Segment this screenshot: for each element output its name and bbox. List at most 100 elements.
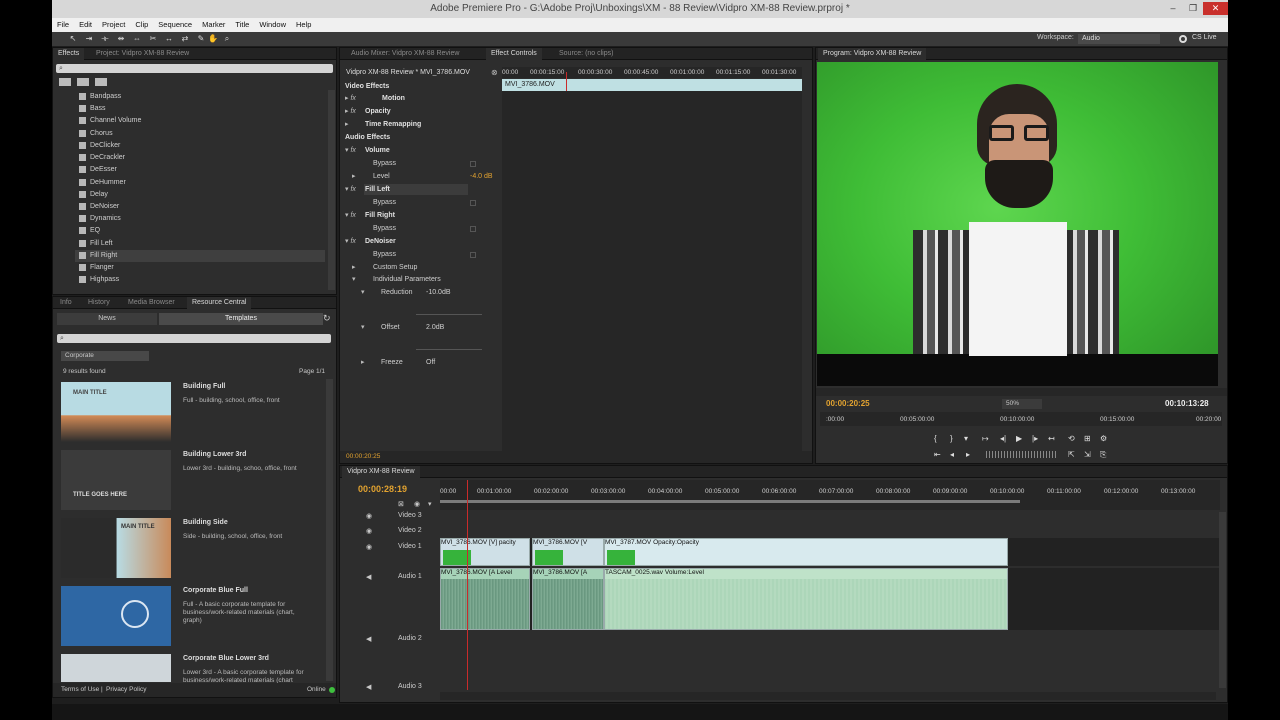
cs-live-label[interactable]: CS Live bbox=[1192, 34, 1217, 41]
collapse-icon[interactable]: ▾ fx bbox=[345, 145, 356, 156]
selection-tool-icon[interactable]: ↖ bbox=[68, 34, 78, 44]
template-name[interactable]: Building Full bbox=[183, 383, 225, 390]
mark-out-icon[interactable]: } bbox=[950, 434, 953, 443]
offset-value[interactable]: 2.0dB bbox=[426, 322, 444, 333]
timeline-scrollbar[interactable] bbox=[440, 692, 1216, 700]
video-clip[interactable]: MVI_3786.MOV [V] pacity bbox=[440, 538, 530, 566]
work-area-bar[interactable] bbox=[440, 500, 1020, 503]
pen-tool-icon[interactable]: ✎ bbox=[196, 34, 206, 44]
zoom-tool-icon[interactable]: ⌕ bbox=[222, 34, 232, 44]
templates-search-input[interactable]: ⌕ bbox=[57, 334, 331, 343]
motion-label[interactable]: Motion bbox=[382, 93, 405, 104]
effect-item[interactable]: DeHummer bbox=[79, 177, 126, 189]
expand-icon[interactable]: ▸ fx bbox=[345, 106, 356, 117]
menu-sequence[interactable]: Sequence bbox=[153, 18, 197, 32]
templates-scrollbar[interactable] bbox=[326, 379, 333, 681]
collapse-icon[interactable]: ▾ bbox=[361, 322, 365, 333]
slide-tool-icon[interactable]: ⇄ bbox=[180, 34, 190, 44]
speaker-icon[interactable]: ◀ bbox=[366, 635, 371, 643]
bypass-checkbox[interactable] bbox=[470, 161, 476, 167]
tab-history[interactable]: History bbox=[83, 297, 115, 309]
preset-icon[interactable] bbox=[77, 78, 89, 86]
set-encore-marker-icon[interactable]: ◉ bbox=[414, 500, 420, 508]
opacity-label[interactable]: Opacity bbox=[365, 106, 391, 117]
audio-clip[interactable]: MVI_3786.MOV [A Level bbox=[440, 568, 530, 630]
program-time-ruler[interactable]: :00:00 00:05:00:00 00:10:00:00 00:15:00:… bbox=[820, 412, 1222, 426]
template-name[interactable]: Corporate Blue Full bbox=[183, 587, 248, 594]
loop-icon[interactable]: ⟲ bbox=[1068, 434, 1075, 443]
reduction-value[interactable]: -10.0dB bbox=[426, 287, 451, 298]
bypass-checkbox[interactable] bbox=[470, 200, 476, 206]
timeline-playhead[interactable] bbox=[467, 480, 468, 690]
fill-right-label[interactable]: Fill Right bbox=[365, 210, 395, 221]
template-thumbnail[interactable]: MAIN TITLE bbox=[61, 382, 171, 442]
privacy-link[interactable]: Privacy Policy bbox=[106, 686, 146, 693]
slip-tool-icon[interactable]: ↔ bbox=[164, 34, 174, 44]
effects-search-input[interactable]: ⌕ bbox=[56, 64, 333, 73]
yuv-icon[interactable] bbox=[95, 78, 107, 86]
template-name[interactable]: Corporate Blue Lower 3rd bbox=[183, 655, 269, 662]
track-label-a2[interactable]: Audio 2 bbox=[398, 635, 422, 642]
denoiser-label[interactable]: DeNoiser bbox=[365, 236, 396, 247]
template-thumbnail[interactable]: TITLE GOES HERE bbox=[61, 450, 171, 510]
zoom-select[interactable]: 50% bbox=[1002, 399, 1042, 409]
fill-left-row[interactable]: Fill Left bbox=[364, 184, 468, 195]
razor-tool-icon[interactable]: ✂ bbox=[148, 34, 158, 44]
bypass-checkbox[interactable] bbox=[470, 252, 476, 258]
effect-item[interactable]: Bandpass bbox=[79, 91, 121, 103]
effect-item[interactable]: Flanger bbox=[79, 262, 114, 274]
effect-item[interactable]: Chorus bbox=[79, 128, 113, 140]
track-label-v1[interactable]: Video 1 bbox=[398, 543, 422, 550]
timeline-vscrollbar[interactable] bbox=[1219, 512, 1226, 688]
speaker-icon[interactable]: ◀ bbox=[366, 683, 371, 691]
snap-icon[interactable]: ⊠ bbox=[398, 500, 404, 508]
output-icon[interactable]: ⚙ bbox=[1100, 434, 1107, 443]
maximize-button[interactable]: ❐ bbox=[1183, 2, 1203, 15]
new-bin-icon[interactable] bbox=[59, 78, 71, 86]
effect-item[interactable]: DeCrackler bbox=[79, 152, 125, 164]
template-name[interactable]: Building Side bbox=[183, 519, 228, 526]
go-to-in-icon[interactable]: ↦ bbox=[982, 434, 989, 443]
menu-file[interactable]: File bbox=[52, 18, 74, 32]
effect-item[interactable]: Dynamics bbox=[79, 213, 121, 225]
template-thumbnail[interactable] bbox=[61, 586, 171, 646]
effects-scrollbar[interactable] bbox=[328, 90, 335, 290]
expand-icon[interactable]: ▸ bbox=[361, 357, 365, 368]
show-timeline-icon[interactable]: ⊗ bbox=[491, 68, 498, 77]
jog-wheel[interactable] bbox=[986, 451, 1056, 458]
close-button[interactable]: ✕ bbox=[1203, 2, 1228, 15]
go-to-previous-icon[interactable]: ⇤ bbox=[934, 450, 941, 459]
collapse-icon[interactable]: ▾ bbox=[361, 287, 365, 298]
timeline-timecode[interactable]: 00:00:28:19 bbox=[358, 484, 407, 494]
tab-resource-central[interactable]: Resource Central bbox=[187, 297, 252, 309]
terms-link[interactable]: Terms of Use bbox=[61, 686, 99, 693]
ripple-edit-tool-icon[interactable]: ⟛ bbox=[100, 34, 110, 44]
workspace-select[interactable]: Audio bbox=[1078, 34, 1160, 44]
speaker-icon[interactable]: ◀ bbox=[366, 573, 371, 581]
expand-icon[interactable]: ▸ bbox=[352, 171, 356, 182]
effect-item[interactable]: Highpass bbox=[79, 274, 119, 286]
timeline-ruler[interactable]: 00:00 00:01:00:00 00:02:00:00 00:03:00:0… bbox=[440, 480, 1220, 510]
program-video-frame[interactable] bbox=[817, 62, 1218, 386]
menu-marker[interactable]: Marker bbox=[197, 18, 230, 32]
safe-margins-icon[interactable]: ⊞ bbox=[1084, 434, 1091, 443]
freeze-value[interactable]: Off bbox=[426, 357, 435, 368]
audio-clip[interactable]: TASCAM_0025.wav Volume:Level bbox=[604, 568, 1008, 630]
track-label-a3[interactable]: Audio 3 bbox=[398, 683, 422, 690]
reduction-slider[interactable] bbox=[416, 314, 482, 315]
track-label-v3[interactable]: Video 3 bbox=[398, 512, 422, 519]
tab-effects[interactable]: Effects bbox=[53, 48, 85, 60]
marker-icon[interactable]: ▾ bbox=[964, 434, 968, 443]
menu-edit[interactable]: Edit bbox=[74, 18, 97, 32]
ec-clip-bar[interactable]: MVI_3786.MOV bbox=[502, 79, 802, 91]
effect-item[interactable]: Delay bbox=[79, 189, 108, 201]
collapse-icon[interactable]: ▾ fx bbox=[345, 236, 356, 247]
refresh-icon[interactable]: ↻ bbox=[323, 313, 331, 324]
menu-title[interactable]: Title bbox=[230, 18, 254, 32]
eye-icon[interactable]: ◉ bbox=[366, 527, 372, 535]
export-frame-icon[interactable]: ⎘ bbox=[1100, 450, 1106, 460]
menu-help[interactable]: Help bbox=[291, 18, 316, 32]
template-thumbnail[interactable]: MAIN TITLE bbox=[61, 518, 171, 578]
tab-sequence[interactable]: Vidpro XM-88 Review bbox=[342, 466, 420, 478]
template-name[interactable]: Building Lower 3rd bbox=[183, 451, 246, 458]
